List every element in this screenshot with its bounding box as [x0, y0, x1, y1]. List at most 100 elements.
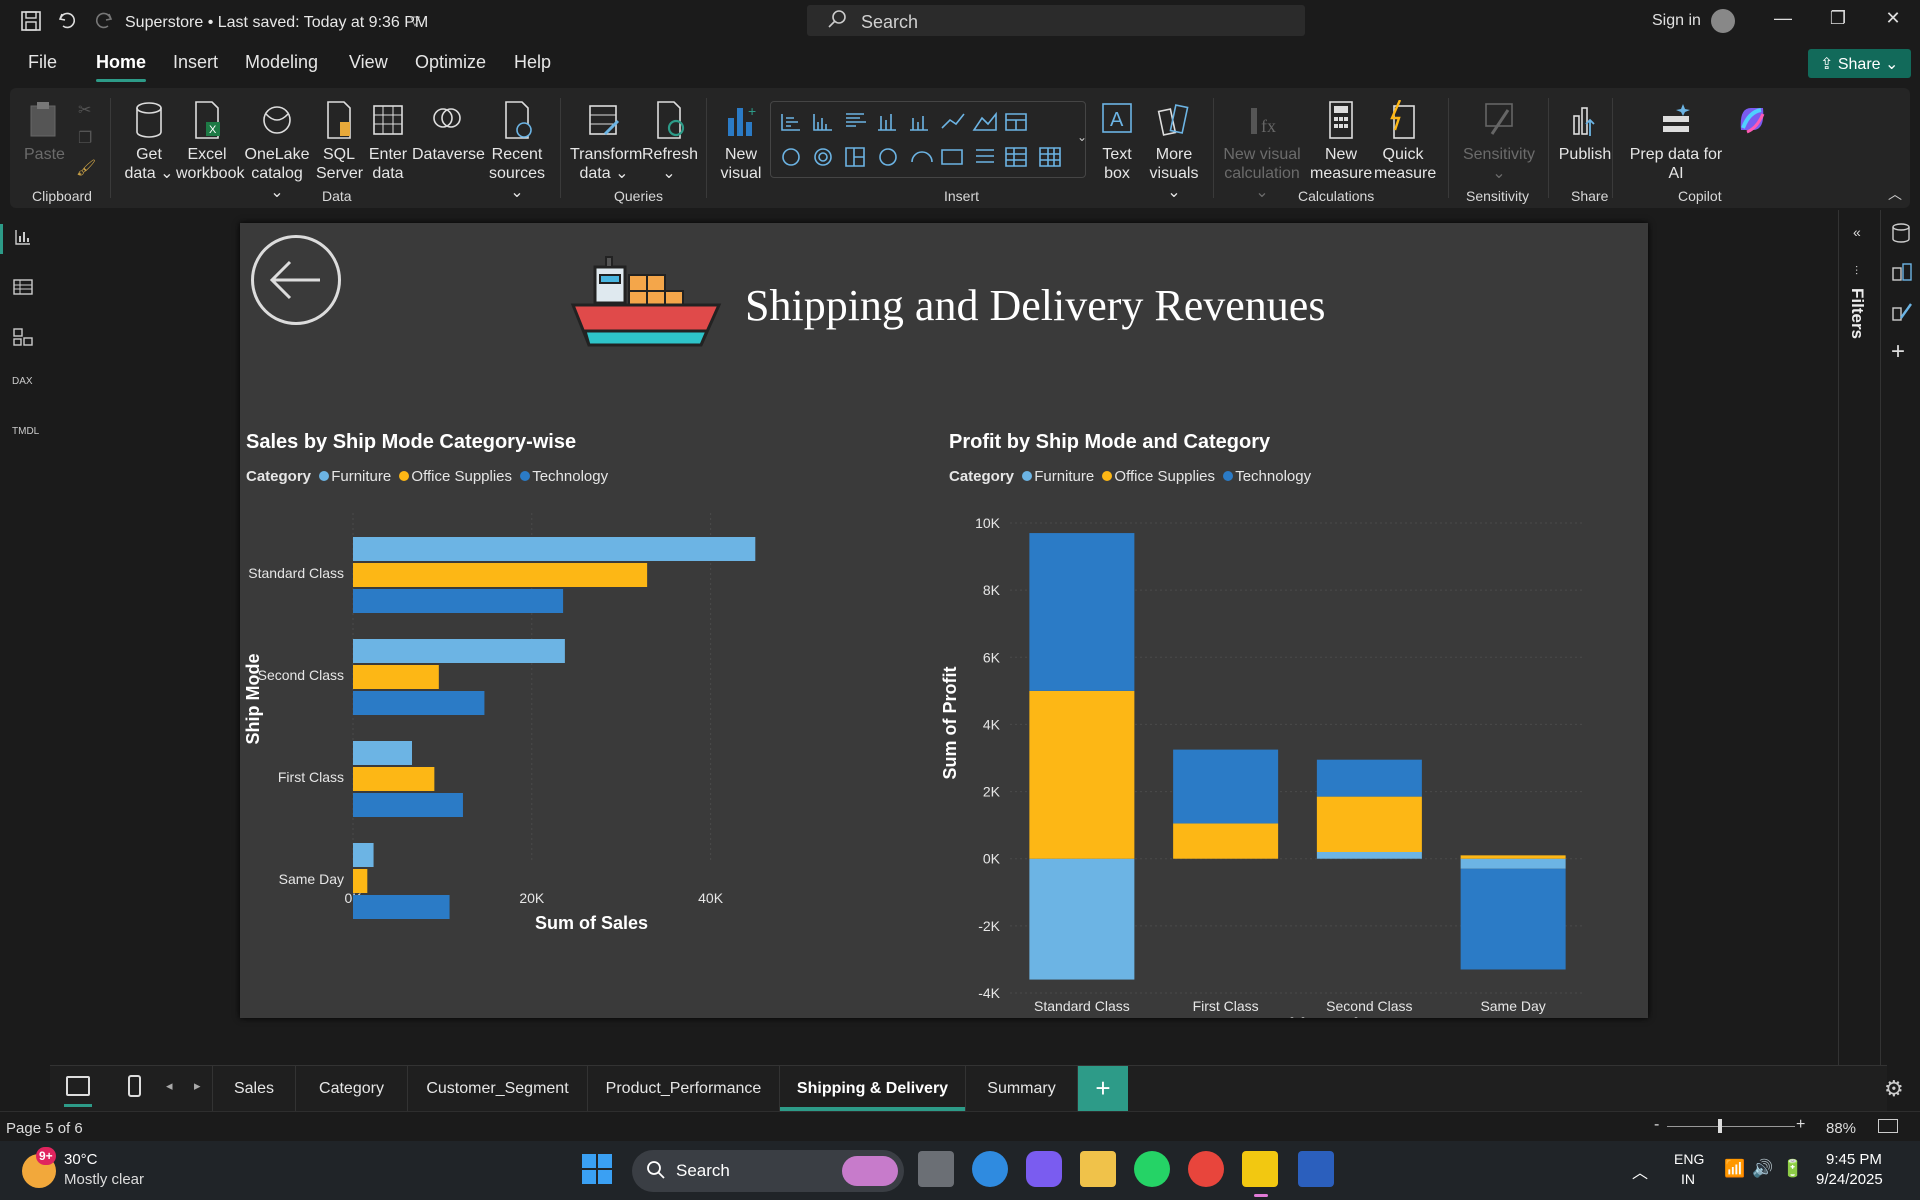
tab-category[interactable]: Category	[296, 1066, 408, 1111]
tab-summary[interactable]: Summary	[966, 1066, 1078, 1111]
dataverse-button[interactable]: Dataverse	[412, 100, 485, 164]
onelake-catalog-button[interactable]: OneLake catalog ⌄	[244, 100, 310, 202]
new-visual-button[interactable]: + New visual	[716, 100, 766, 183]
file-explorer-icon[interactable]	[1080, 1151, 1116, 1187]
add-pane-icon[interactable]: +	[1891, 338, 1905, 366]
filters-label: Filters	[1848, 288, 1867, 340]
zoom-in-icon[interactable]: +	[1796, 1116, 1805, 1134]
redo-icon[interactable]	[94, 10, 114, 36]
zoom-slider[interactable]	[1667, 1126, 1795, 1127]
sales-bar-chart[interactable]: 0K20K40KStandard ClassSecond ClassFirst …	[240, 493, 930, 1018]
minimize-icon[interactable]: —	[1763, 8, 1803, 29]
menu-file[interactable]: File	[28, 52, 57, 73]
paste-button[interactable]: Paste	[24, 100, 65, 164]
format-visual-icon[interactable]	[1891, 300, 1913, 327]
next-page-icon[interactable]: ▸	[194, 1078, 201, 1094]
tab-shipping-delivery[interactable]: Shipping & Delivery	[780, 1066, 966, 1111]
new-measure-button[interactable]: New measure	[1310, 100, 1372, 183]
close-icon[interactable]: ✕	[1873, 8, 1913, 29]
copilot-button[interactable]	[1726, 100, 1778, 145]
enter-data-button[interactable]: Enter data	[366, 100, 410, 183]
add-page-button[interactable]: +	[1078, 1066, 1128, 1111]
language-region[interactable]: IN	[1681, 1171, 1695, 1187]
avatar[interactable]	[1711, 9, 1735, 33]
taskbar-search[interactable]: Search	[632, 1150, 904, 1192]
previous-page-icon[interactable]: ◂	[166, 1078, 173, 1094]
zoom-level[interactable]: 88%	[1826, 1120, 1856, 1137]
expand-filters-icon[interactable]: «	[1853, 224, 1861, 240]
copy-icon[interactable]: ❐	[78, 128, 92, 148]
tab-product-performance[interactable]: Product_Performance	[588, 1066, 780, 1111]
wifi-icon[interactable]: 📶	[1724, 1159, 1745, 1179]
restore-icon[interactable]: ❐	[1818, 8, 1858, 29]
excel-workbook-button[interactable]: X Excel workbook	[176, 100, 244, 183]
mobile-layout-icon[interactable]	[128, 1075, 141, 1097]
refresh-button[interactable]: Refresh ⌄	[642, 100, 698, 183]
settings-gear-icon[interactable]: ⚙	[1884, 1076, 1904, 1102]
sign-in-link[interactable]: Sign in	[1652, 12, 1701, 30]
windows-start-icon[interactable]	[581, 1153, 617, 1189]
clock-date[interactable]: 9/24/2025	[1816, 1171, 1883, 1188]
recent-sources-button[interactable]: Recent sources ⌄	[488, 100, 546, 202]
text-box-button[interactable]: A Text box	[1096, 100, 1138, 183]
sensitivity-label: Sensitivity	[1462, 146, 1536, 163]
report-view-icon[interactable]	[12, 226, 38, 248]
zoom-out-icon[interactable]: -	[1654, 1116, 1659, 1134]
transform-data-button[interactable]: Transform data ⌄	[570, 100, 642, 183]
svg-text:A: A	[1110, 109, 1124, 131]
fit-to-page-icon[interactable]	[1878, 1119, 1898, 1133]
quick-measure-button[interactable]: Quick measure	[1374, 100, 1436, 183]
task-view-icon[interactable]	[918, 1151, 954, 1187]
build-visual-icon[interactable]	[1891, 260, 1913, 287]
menu-home[interactable]: Home	[96, 52, 147, 82]
battery-icon[interactable]: 🔋	[1782, 1159, 1803, 1179]
new-visual-calculation-button[interactable]: fx New visual calculation ⌄	[1220, 100, 1304, 202]
legend-office: Office Supplies	[1114, 468, 1216, 485]
group-divider	[1612, 98, 1613, 198]
get-data-button[interactable]: Get data ⌄	[123, 100, 175, 183]
copilot-app-icon[interactable]	[1026, 1151, 1062, 1187]
show-hidden-icons[interactable]: ︿	[1632, 1159, 1648, 1183]
tab-customer-segment[interactable]: Customer_Segment	[408, 1066, 588, 1111]
prep-data-for-ai-button[interactable]: Prep data for AI	[1622, 100, 1730, 183]
y-tick-label: 6K	[983, 649, 1001, 665]
volume-icon[interactable]: 🔊	[1752, 1159, 1773, 1179]
more-visuals-button[interactable]: More visuals ⌄	[1144, 100, 1204, 202]
collapse-ribbon-icon[interactable]: ︿	[1888, 184, 1902, 204]
tab-sales[interactable]: Sales	[212, 1066, 296, 1111]
chevron-down-icon[interactable]: ▽	[410, 13, 420, 29]
word-icon[interactable]	[1298, 1151, 1334, 1187]
format-painter-icon[interactable]: 🖌	[76, 158, 96, 178]
power-bi-icon[interactable]	[1242, 1151, 1278, 1187]
filters-pane[interactable]: « ⫶ Filters	[1838, 210, 1880, 1065]
model-view-icon[interactable]	[12, 326, 38, 348]
zoom-slider-thumb[interactable]	[1718, 1119, 1722, 1133]
sensitivity-button[interactable]: Sensitivity ⌄	[1458, 100, 1540, 183]
menu-optimize[interactable]: Optimize	[415, 52, 486, 73]
share-button[interactable]: ⇪ Share ⌄	[1808, 49, 1911, 78]
gallery-expand-icon[interactable]: ⌄	[1077, 130, 1087, 144]
dax-query-view-icon[interactable]: DAX	[12, 376, 38, 398]
table-view-icon[interactable]	[12, 276, 38, 298]
document-title[interactable]: Superstore • Last saved: Today at 9:36 P…	[125, 14, 428, 32]
desktop-layout-icon[interactable]	[66, 1076, 90, 1096]
chrome-icon[interactable]	[1188, 1151, 1224, 1187]
menu-view[interactable]: View	[349, 52, 388, 73]
clock-time[interactable]: 9:45 PM	[1826, 1151, 1882, 1168]
language-code[interactable]: ENG	[1674, 1151, 1704, 1167]
publish-button[interactable]: Publish	[1552, 100, 1618, 164]
back-button[interactable]	[251, 235, 341, 325]
undo-icon[interactable]	[57, 10, 77, 36]
tmdl-view-icon[interactable]: TMDL	[12, 426, 39, 448]
menu-insert[interactable]: Insert	[173, 52, 218, 73]
menu-help[interactable]: Help	[514, 52, 551, 73]
save-icon[interactable]	[20, 10, 42, 38]
profit-stacked-chart[interactable]: 10K 8K 6K 4K 2K 0K -2K -4K Standard Class First C…	[940, 493, 1648, 1018]
data-pane-icon[interactable]	[1891, 222, 1911, 249]
edge-icon[interactable]	[972, 1151, 1008, 1187]
whatsapp-icon[interactable]	[1134, 1151, 1170, 1187]
cut-icon[interactable]: ✂	[78, 100, 91, 120]
search-input[interactable]: Search	[807, 5, 1305, 36]
menu-modeling[interactable]: Modeling	[245, 52, 318, 73]
sql-server-button[interactable]: SQL Server	[316, 100, 363, 183]
